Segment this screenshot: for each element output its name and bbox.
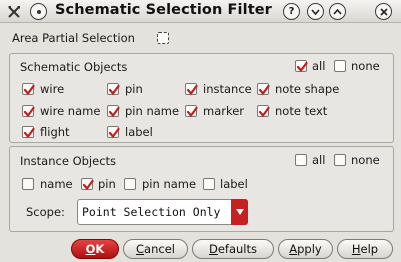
- note-text-checkbox[interactable]: [257, 105, 270, 117]
- apply-accel: A: [289, 242, 298, 256]
- wire-checkbox[interactable]: [22, 83, 35, 95]
- question-icon[interactable]: ?: [283, 3, 300, 20]
- label-label: label: [125, 125, 153, 139]
- ok-rest: K: [95, 242, 105, 256]
- cancel-accel: C: [136, 242, 145, 256]
- schematic-objects-title: Schematic Objects: [20, 60, 128, 74]
- note-shape-label: note shape: [275, 82, 340, 96]
- chevron-up-icon[interactable]: [329, 3, 346, 20]
- instance-label: instance: [203, 82, 252, 96]
- instance-label-checkbox[interactable]: [203, 178, 215, 190]
- scope-label: Scope:: [26, 205, 65, 219]
- wire-label: wire: [40, 82, 65, 96]
- instance-checkbox[interactable]: [185, 83, 198, 95]
- instance-label-label: label: [220, 177, 248, 191]
- window-title: Schematic Selection Filter: [55, 2, 272, 18]
- instance-objects-title: Instance Objects: [20, 154, 117, 168]
- schematic-none-label: none: [351, 59, 380, 73]
- instance-pin-label: pin: [98, 177, 116, 191]
- schematic-all-label: all: [312, 59, 326, 73]
- marker-label: marker: [203, 104, 245, 118]
- help-accel: H: [351, 242, 361, 256]
- ok-button[interactable]: OK: [71, 239, 119, 259]
- instance-pin-name-label: pin name: [142, 177, 197, 191]
- close-icon[interactable]: [375, 3, 392, 20]
- instance-all-checkbox[interactable]: [295, 154, 307, 166]
- scope-select-value: Point Selection Only: [82, 205, 221, 219]
- wire-name-label: wire name: [40, 104, 101, 118]
- flight-checkbox[interactable]: [22, 126, 35, 138]
- chevron-down-icon[interactable]: [307, 3, 324, 20]
- pin-checkbox[interactable]: [107, 83, 120, 95]
- pin-name-checkbox[interactable]: [107, 105, 120, 117]
- cancel-button[interactable]: Cancel: [123, 239, 188, 259]
- apply-rest: pply: [297, 242, 322, 256]
- instance-none-label: none: [351, 153, 380, 167]
- instance-pin-checkbox[interactable]: [81, 178, 94, 190]
- note-text-label: note text: [275, 104, 328, 118]
- help-rest: elp: [360, 242, 379, 256]
- wire-name-checkbox[interactable]: [22, 105, 35, 117]
- pin-name-label: pin name: [125, 104, 180, 118]
- label-checkbox[interactable]: [107, 126, 120, 138]
- ok-accel: O: [85, 242, 96, 256]
- instance-pin-name-checkbox[interactable]: [124, 178, 136, 190]
- chevron-down-icon[interactable]: [231, 199, 248, 225]
- apply-button[interactable]: Apply: [278, 239, 333, 259]
- flight-label: flight: [40, 125, 70, 139]
- cancel-rest: ancel: [144, 242, 175, 256]
- area-partial-selection-label: Area Partial Selection: [12, 31, 135, 45]
- window-menu-icon[interactable]: [30, 3, 47, 20]
- defaults-button[interactable]: Defaults: [192, 239, 274, 259]
- title-bar[interactable]: Schematic Selection Filter ?: [0, 0, 401, 23]
- schematic-all-checkbox[interactable]: [295, 60, 308, 72]
- instance-all-label: all: [312, 153, 326, 167]
- defaults-accel: D: [208, 242, 218, 256]
- schematic-none-checkbox[interactable]: [334, 60, 346, 72]
- instance-none-checkbox[interactable]: [334, 154, 346, 166]
- help-button[interactable]: Help: [337, 239, 393, 259]
- app-menu-icon[interactable]: [5, 3, 22, 20]
- instance-name-label: name: [40, 177, 73, 191]
- area-partial-selection-checkbox[interactable]: [157, 32, 169, 44]
- defaults-rest: efaults: [217, 242, 257, 256]
- marker-checkbox[interactable]: [185, 105, 198, 117]
- scope-select[interactable]: Point Selection Only: [77, 199, 248, 225]
- note-shape-checkbox[interactable]: [257, 83, 270, 95]
- instance-name-checkbox[interactable]: [22, 178, 34, 190]
- pin-label: pin: [125, 82, 143, 96]
